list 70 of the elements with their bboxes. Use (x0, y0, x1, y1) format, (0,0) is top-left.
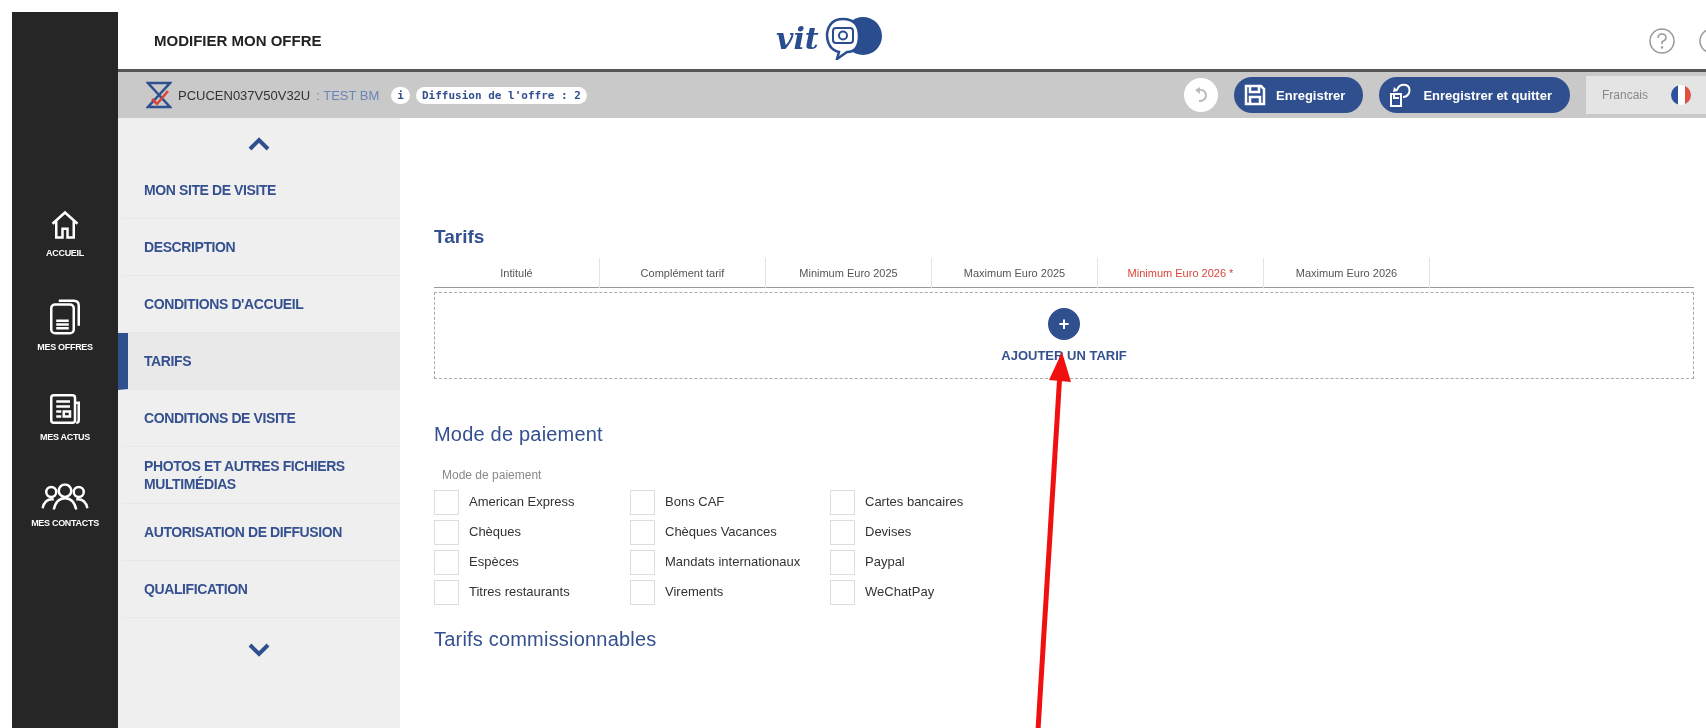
rail-label: ACCUEIL (46, 248, 84, 258)
checkbox-label: WeChatPay (865, 585, 935, 599)
rail-label: MES CONTACTS (31, 518, 99, 528)
nav-item[interactable]: AUTORISATION DE DIFFUSION (118, 504, 400, 561)
offer-code: PCUCEN037V50V32U (178, 87, 311, 103)
documents-icon (48, 298, 82, 336)
checkbox-label: Devises (865, 525, 912, 539)
rail-label: MES ACTUS (40, 432, 90, 442)
rail-item[interactable]: MES OFFRES (37, 302, 93, 352)
newspaper-icon (48, 392, 82, 426)
checkbox-label: Chèques (469, 525, 522, 539)
rail-label: MES OFFRES (37, 342, 93, 352)
checkbox-label: Cartes bancaires (865, 495, 964, 509)
column-header: Maximum Euro 2025 (932, 257, 1098, 288)
checkbox[interactable] (434, 549, 459, 575)
checkbox-label: Titres restaurants (469, 585, 570, 599)
undo-button[interactable] (1184, 78, 1219, 112)
nav-item[interactable]: PHOTOS ET AUTRES FICHIERS MULTIMÉDIAS (118, 447, 400, 504)
checkbox-label: Espèces (469, 555, 519, 569)
rail-item[interactable]: ACCUEIL (46, 212, 84, 258)
nav-item[interactable]: MON SITE DE VISITE (118, 162, 400, 219)
page-title: MODIFIER MON OFFRE (154, 32, 322, 49)
diffusion-badge: Diffusion de l'offre : 2 (415, 86, 587, 104)
checkbox-label: Paypal (865, 555, 905, 569)
flag-icon (1670, 84, 1692, 106)
field-label: Mode de paiement (442, 468, 543, 482)
checkbox[interactable] (830, 489, 855, 515)
add-button[interactable]: + (1048, 308, 1080, 340)
checkbox[interactable] (630, 549, 655, 575)
column-header: Minimum Euro 2026 * (1098, 257, 1264, 288)
nav-item[interactable]: CONDITIONS DE VISITE (118, 390, 400, 447)
chevron-down-icon (247, 643, 271, 657)
nav-item[interactable]: QUALIFICATION (118, 561, 400, 618)
column-header: Intitulé (434, 257, 600, 288)
section-title: Mode de paiement (434, 423, 604, 446)
offer-name: : TEST BM (316, 87, 380, 103)
column-header: Maximum Euro 2026 (1264, 257, 1430, 288)
checkbox-label: Virements (665, 585, 724, 599)
add-tarif-label[interactable]: AJOUTER UN TARIF (1001, 348, 1127, 363)
rail-item[interactable]: MES CONTACTS (31, 486, 99, 528)
nav-item[interactable]: TARIFS (118, 333, 400, 390)
checkbox-label: Bons CAF (665, 495, 725, 509)
help-icon[interactable] (1648, 26, 1676, 55)
chevron-up-icon (247, 137, 271, 151)
checkbox-label: Mandats internationaux (665, 555, 801, 569)
nav-item[interactable]: DESCRIPTION (118, 219, 400, 276)
hourglass-icon (146, 81, 172, 109)
column-header: Minimum Euro 2025 (766, 257, 932, 288)
undo-icon (1193, 87, 1210, 103)
users-icon (41, 483, 89, 511)
checkbox[interactable] (830, 579, 855, 605)
checkbox[interactable] (830, 549, 855, 575)
checkbox-label: Chèques Vacances (665, 525, 777, 539)
logo: vit (776, 16, 883, 60)
info-badge[interactable]: i (391, 86, 410, 104)
save-button[interactable]: Enregistrer (1234, 77, 1364, 113)
checkbox[interactable] (830, 519, 855, 545)
checkbox[interactable] (630, 519, 655, 545)
section-title: Tarifs (434, 226, 486, 248)
floppy-icon (1244, 84, 1267, 106)
column-header: Complément tarif (600, 257, 766, 288)
checkbox-label: American Express (469, 495, 575, 509)
checkbox[interactable] (434, 579, 459, 605)
save-button[interactable]: Enregistrer et quitter (1379, 77, 1570, 113)
section-title: Tarifs commissionnables (434, 628, 658, 651)
checkbox[interactable] (434, 519, 459, 545)
rail-item[interactable]: MES ACTUS (40, 396, 90, 442)
checkbox[interactable] (630, 579, 655, 605)
checkbox[interactable] (630, 489, 655, 515)
checkbox[interactable] (434, 489, 459, 515)
